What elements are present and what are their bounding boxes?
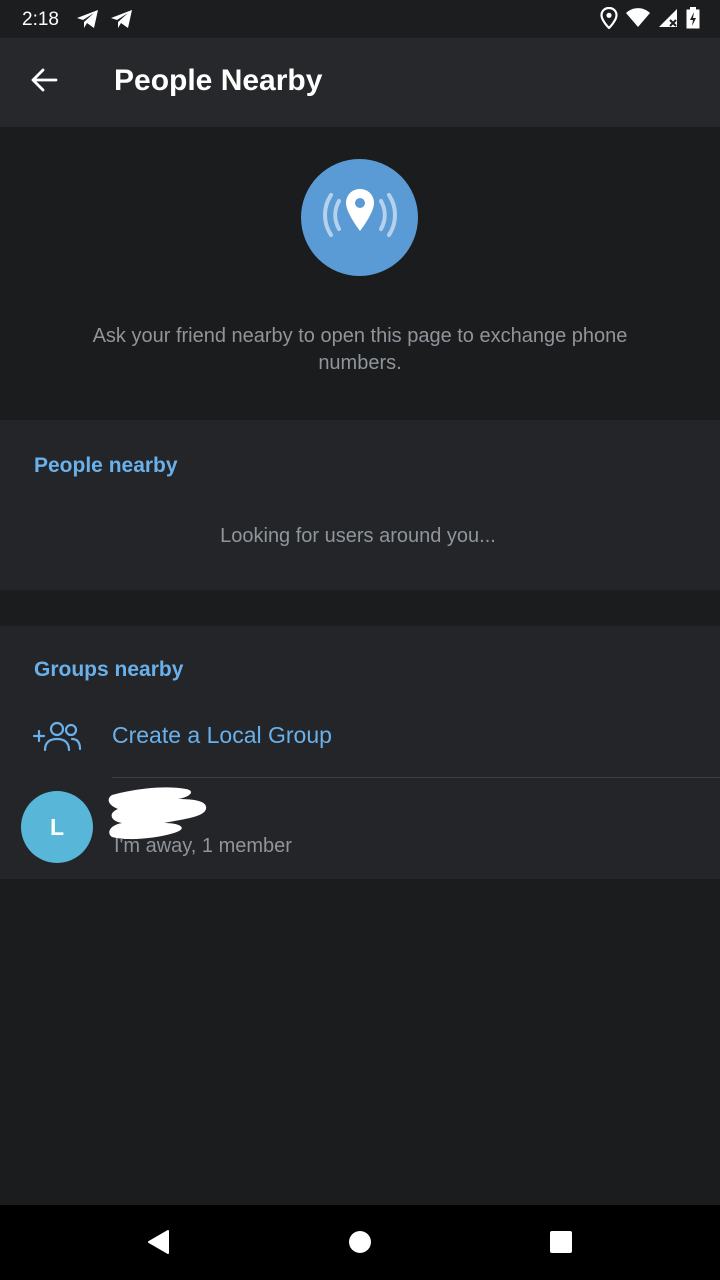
- system-nav-bar: [0, 1205, 720, 1280]
- group-subtitle: I'm away, 1 member: [114, 835, 292, 857]
- screen: 2:18 People Nearby Ask your friend nearb…: [0, 0, 720, 1280]
- nav-back-button[interactable]: [143, 1229, 173, 1259]
- groups-nearby-section: Groups nearby Create a Local Group L I'm…: [0, 626, 720, 879]
- location-icon: [600, 6, 618, 34]
- redacted-group-name: [104, 783, 210, 841]
- arrow-left-icon: [30, 68, 58, 97]
- people-nearby-section: People nearby Looking for users around y…: [0, 420, 720, 590]
- page-title: People Nearby: [114, 64, 323, 97]
- avatar: L: [21, 791, 93, 863]
- group-list-item[interactable]: L I'm away, 1 member: [0, 778, 720, 879]
- location-broadcast-icon: [315, 185, 405, 250]
- status-time: 2:18: [22, 9, 59, 30]
- back-button[interactable]: [22, 60, 66, 104]
- app-bar: People Nearby: [0, 38, 720, 127]
- status-notification-icons: [76, 8, 134, 35]
- hero-circle: [301, 159, 418, 276]
- nav-home-button[interactable]: [345, 1229, 375, 1259]
- signal-icon: [658, 8, 678, 33]
- telegram-icon: [110, 8, 134, 35]
- people-nearby-header: People nearby: [34, 454, 178, 477]
- nav-recents-button[interactable]: [546, 1229, 576, 1259]
- create-local-group-button[interactable]: Create a Local Group: [0, 702, 720, 778]
- back-triangle-icon: [145, 1228, 171, 1261]
- hero-section: Ask your friend nearby to open this page…: [0, 127, 720, 420]
- status-system-icons: [600, 6, 700, 34]
- add-group-icon: [32, 720, 82, 754]
- groups-nearby-header: Groups nearby: [34, 658, 184, 681]
- telegram-icon: [76, 8, 100, 35]
- home-circle-icon: [347, 1229, 373, 1260]
- hero-description: Ask your friend nearby to open this page…: [92, 325, 628, 374]
- status-bar: 2:18: [0, 0, 720, 38]
- searching-status-text: Looking for users around you...: [220, 525, 496, 547]
- wifi-icon: [626, 8, 650, 33]
- create-local-group-label: Create a Local Group: [112, 722, 332, 748]
- battery-icon: [686, 7, 700, 34]
- recents-square-icon: [548, 1229, 574, 1260]
